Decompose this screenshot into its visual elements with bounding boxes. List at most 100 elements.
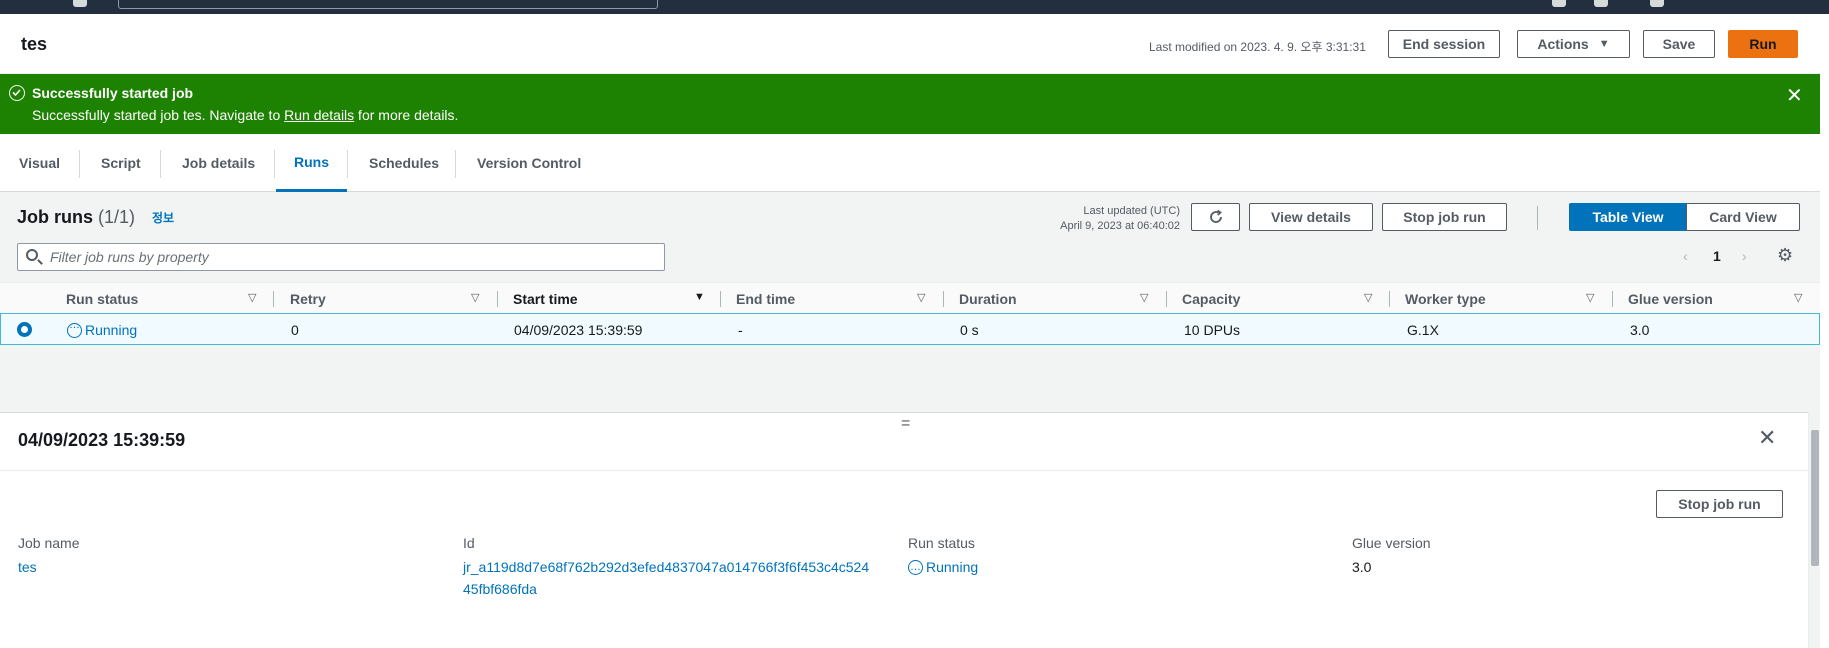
column-divider[interactable] (943, 291, 944, 307)
tab-job-details[interactable]: Job details (182, 134, 255, 192)
capacity-cell: 10 DPUs (1184, 322, 1241, 338)
job-tabs: Visual Script Job details Runs Schedules… (0, 134, 1820, 192)
job-header: tes Last modified on 2023. 4. 9. 오후 3:31… (0, 14, 1820, 74)
sort-icon[interactable]: ▽ (1586, 291, 1594, 304)
info-link[interactable]: 정보 (152, 209, 174, 226)
table-view-label: Table View (1592, 209, 1664, 225)
view-details-label: View details (1271, 209, 1351, 225)
job-runs-heading: Job runs (1/1) (17, 207, 135, 228)
gear-icon[interactable]: ⚙ (1777, 245, 1793, 266)
stop-job-run-label: Stop job run (1403, 209, 1486, 225)
card-view-label: Card View (1709, 209, 1777, 225)
services-menu-icon[interactable] (73, 0, 87, 7)
run-label: Run (1749, 36, 1777, 52)
tab-script[interactable]: Script (101, 134, 141, 192)
detail-stop-job-run-label: Stop job run (1678, 496, 1761, 512)
column-divider[interactable] (720, 291, 721, 307)
last-updated-value: April 9, 2023 at 06:40:02 (1060, 220, 1180, 232)
sort-icon[interactable]: ▽ (248, 291, 256, 304)
sort-icon[interactable]: ▽ (1794, 291, 1802, 304)
run-button[interactable]: Run (1728, 30, 1798, 58)
success-check-icon (9, 85, 25, 101)
success-flash-banner: Successfully started job Successfully st… (0, 74, 1820, 134)
sort-icon[interactable]: ▽ (1364, 291, 1372, 304)
run-detail-panel: = 04/09/2023 15:39:59 ✕ Stop job run Job… (0, 412, 1808, 648)
column-divider[interactable] (1166, 291, 1167, 307)
table-row[interactable]: Running 0 04/09/2023 15:39:59 - 0 s 10 D… (0, 313, 1820, 345)
caret-down-icon: ▼ (1598, 38, 1610, 50)
filter-job-runs-input[interactable]: Filter job runs by property (17, 243, 665, 271)
last-updated: Last updated (UTC) April 9, 2023 at 06:4… (1030, 204, 1180, 234)
tab-schedules[interactable]: Schedules (369, 134, 439, 192)
run-details-link[interactable]: Run details (284, 107, 354, 123)
detail-run-status-text: Running (926, 559, 979, 575)
flash-message: Successfully started job tes. Navigate t… (32, 107, 458, 123)
job-name-link[interactable]: tes (18, 556, 37, 578)
column-run-status[interactable]: Run status (66, 291, 138, 307)
last-modified-text: Last modified on 2023. 4. 9. 오후 3:31:31 (1149, 40, 1366, 54)
run-id-line-1: jr_a119d8d7e68f762b292d3efed4837047a0147… (463, 559, 870, 575)
column-start-time[interactable]: Start time (513, 291, 578, 307)
retry-cell: 0 (291, 322, 299, 338)
sort-icon[interactable]: ▽ (1140, 291, 1148, 304)
toolbar-divider (1537, 206, 1538, 230)
page-number[interactable]: 1 (1713, 248, 1721, 264)
tab-divider (274, 150, 275, 178)
end-session-button[interactable]: End session (1388, 30, 1500, 58)
detail-scrollbar[interactable] (1808, 412, 1820, 648)
view-details-button[interactable]: View details (1249, 203, 1373, 231)
table-view-toggle[interactable]: Table View (1569, 203, 1687, 231)
job-runs-table-header: Run status ▽ Retry ▽ Start time ▼ End ti… (0, 282, 1820, 314)
detail-divider (0, 470, 1808, 471)
global-search-input[interactable] (118, 0, 658, 9)
sort-descending-icon[interactable]: ▼ (694, 291, 705, 303)
column-divider[interactable] (497, 291, 498, 307)
tab-runs[interactable]: Runs (276, 134, 347, 192)
tab-version-control[interactable]: Version Control (477, 134, 581, 192)
column-end-time[interactable]: End time (736, 291, 795, 307)
column-retry[interactable]: Retry (290, 291, 326, 307)
detail-run-status-label: Run status (908, 535, 975, 551)
notifications-icon[interactable] (1594, 0, 1608, 7)
search-icon (26, 249, 38, 261)
sort-icon[interactable]: ▽ (917, 291, 925, 304)
detail-stop-job-run-button[interactable]: Stop job run (1656, 490, 1783, 518)
save-button[interactable]: Save (1643, 30, 1715, 58)
tab-visual[interactable]: Visual (19, 134, 60, 192)
filter-placeholder: Filter job runs by property (50, 249, 209, 265)
prev-page-icon[interactable]: ‹ (1683, 248, 1688, 264)
column-divider[interactable] (1612, 291, 1613, 307)
refresh-icon (1209, 209, 1222, 223)
stop-job-run-button[interactable]: Stop job run (1382, 203, 1507, 231)
sort-icon[interactable]: ▽ (471, 291, 479, 304)
row-select-radio[interactable] (17, 322, 32, 337)
start-time-cell: 04/09/2023 15:39:59 (514, 322, 643, 338)
refresh-button[interactable] (1191, 203, 1240, 231)
scrollbar-thumb[interactable] (1811, 430, 1819, 566)
last-updated-label: Last updated (UTC) (1083, 205, 1180, 217)
column-divider[interactable] (1389, 291, 1390, 307)
flash-title: Successfully started job (32, 85, 194, 101)
run-detail-title: 04/09/2023 15:39:59 (18, 430, 186, 450)
end-time-cell: - (738, 322, 743, 338)
close-icon[interactable]: ✕ (1758, 425, 1776, 451)
cloudshell-icon[interactable] (1552, 0, 1566, 7)
card-view-toggle[interactable]: Card View (1686, 203, 1800, 231)
help-icon[interactable] (1650, 0, 1664, 7)
close-icon[interactable]: ✕ (1786, 83, 1803, 108)
column-capacity[interactable]: Capacity (1182, 291, 1240, 307)
resize-handle-icon[interactable]: = (901, 415, 910, 433)
column-glue-version[interactable]: Glue version (1628, 291, 1713, 307)
actions-dropdown-button[interactable]: Actions ▼ (1517, 30, 1630, 58)
detail-glue-version-label: Glue version (1352, 535, 1431, 551)
run-id-line-2: 45fbf686fda (463, 581, 537, 597)
run-id-value[interactable]: jr_a119d8d7e68f762b292d3efed4837047a0147… (463, 556, 903, 600)
next-page-icon[interactable]: › (1742, 248, 1747, 264)
flash-message-prefix: Successfully started job tes. Navigate t… (32, 107, 285, 123)
end-session-label: End session (1402, 36, 1486, 52)
run-status-cell[interactable]: Running (67, 319, 137, 338)
column-duration[interactable]: Duration (959, 291, 1017, 307)
worker-type-cell: G.1X (1407, 322, 1439, 338)
column-divider[interactable] (273, 291, 274, 307)
column-worker-type[interactable]: Worker type (1405, 291, 1486, 307)
